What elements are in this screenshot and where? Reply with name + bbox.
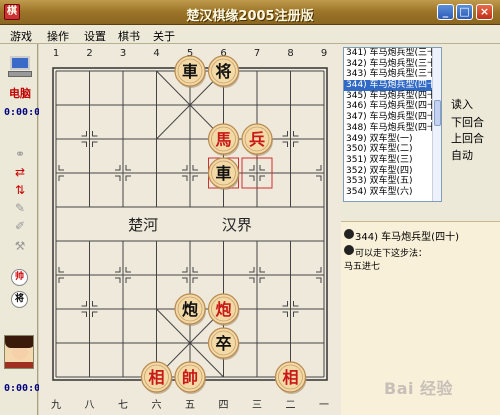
link-icon[interactable]: ⚭ — [12, 147, 28, 161]
chess-piece[interactable]: 炮 — [174, 293, 206, 326]
watermark: Bai 经验 — [384, 379, 454, 398]
svg-text:炮: 炮 — [215, 300, 231, 319]
minimize-button[interactable]: _ — [437, 4, 454, 20]
file-number-top: 1 — [53, 48, 59, 59]
list-item[interactable]: 346) 车马炮兵型(四十 — [344, 101, 441, 112]
black-king-icon[interactable]: 将 — [11, 291, 28, 308]
file-number-bottom: 二 — [286, 400, 296, 411]
menu-operate[interactable]: 操作 — [47, 28, 69, 44]
list-item[interactable]: 344) 车马炮兵型(四十 — [344, 80, 441, 91]
auto-button[interactable]: 自动 — [451, 147, 473, 163]
file-number-top: 4 — [153, 48, 159, 59]
list-item[interactable]: 345) 车马炮兵型(四十 — [344, 91, 441, 102]
river-label-right: 汉界 — [222, 216, 252, 234]
file-number-bottom: 一 — [319, 400, 329, 411]
right-panel: 341) 车马炮兵型(三十 342) 车马炮兵型(三十 343) 车马炮兵型(三十 3… — [341, 44, 500, 415]
chess-piece[interactable]: 炮 — [207, 293, 240, 326]
chess-piece[interactable]: 相 — [140, 361, 173, 394]
panda-icon — [344, 245, 354, 255]
file-number-bottom: 五 — [185, 400, 195, 411]
chess-piece[interactable]: 卒 — [207, 327, 240, 360]
list-item[interactable]: 347) 车马炮兵型(四十 — [344, 112, 441, 123]
swap-icon[interactable]: ⇄ — [12, 165, 28, 179]
file-number-top: 3 — [120, 48, 126, 59]
list-item[interactable]: 353) 双车型(五) — [344, 176, 441, 187]
list-item[interactable]: 348) 车马炮兵型(四十 — [344, 123, 441, 134]
file-number-top: 7 — [254, 48, 260, 59]
flip-icon[interactable]: ⇅ — [12, 183, 28, 197]
file-number-bottom: 九 — [51, 399, 61, 411]
edit-icon[interactable]: ✎ — [12, 201, 28, 215]
next-round-button[interactable]: 下回合 — [451, 114, 484, 130]
left-toolbar: 电脑 0:00:00 ⚭ ⇄ ⇅ ✎ ✐ ⚒ 帅 将 0:00:00 — [0, 44, 46, 415]
chess-piece[interactable]: 車 — [207, 157, 240, 190]
chess-piece[interactable]: 将 — [207, 55, 240, 88]
chess-piece[interactable]: 馬 — [207, 123, 240, 156]
chess-piece[interactable]: 帥 — [174, 361, 206, 394]
svg-text:相: 相 — [282, 368, 298, 387]
comment-title: 344) 车马炮兵型(四十) — [355, 232, 459, 243]
list-scrollbar[interactable] — [432, 48, 441, 201]
svg-text:兵: 兵 — [249, 130, 265, 149]
svg-text:卒: 卒 — [215, 334, 231, 353]
maximize-button[interactable]: □ — [456, 4, 473, 20]
close-button[interactable]: × — [476, 4, 493, 20]
chess-piece[interactable]: 車 — [174, 55, 206, 88]
svg-text:車: 車 — [182, 62, 198, 81]
file-number-bottom: 八 — [85, 400, 95, 411]
list-item[interactable]: 351) 双车型(三) — [344, 155, 441, 166]
avatar — [4, 335, 34, 369]
menu-settings[interactable]: 设置 — [84, 28, 106, 44]
load-button[interactable]: 读入 — [451, 96, 473, 112]
comment-move: 马五进七 — [344, 262, 381, 272]
menu-about[interactable]: 关于 — [153, 28, 175, 44]
svg-text:車: 車 — [215, 164, 231, 183]
list-item[interactable]: 354) 双车型(六) — [344, 187, 441, 198]
comment-line: 可以走下这步法： — [355, 249, 428, 259]
svg-text:相: 相 — [148, 368, 164, 387]
chess-piece[interactable]: 相 — [274, 361, 307, 394]
list-item[interactable]: 349) 双车型(一) — [344, 134, 441, 145]
list-item[interactable]: 352) 双车型(四) — [344, 166, 441, 177]
svg-text:炮: 炮 — [182, 300, 198, 319]
panda-icon — [344, 229, 354, 239]
file-number-bottom: 三 — [252, 400, 262, 411]
tool-icon[interactable]: ⚒ — [12, 239, 28, 253]
player-label: 电脑 — [9, 87, 31, 100]
list-item[interactable]: 343) 车马炮兵型(三十 — [344, 69, 441, 80]
svg-text:将: 将 — [215, 62, 231, 81]
file-number-bottom: 七 — [118, 399, 128, 411]
river-label-left: 楚河 — [128, 216, 158, 234]
chess-board[interactable]: 1 2 3 4 5 6 7 8 9九八七六五四三二一楚河 汉界車 将馬 兵車炮 炮卒相帥相 — [39, 44, 341, 415]
file-number-top: 2 — [86, 48, 92, 59]
red-king-icon[interactable]: 帅 — [11, 269, 28, 286]
menu-chess-book[interactable]: 棋书 — [118, 28, 140, 44]
file-number-bottom: 六 — [152, 399, 162, 411]
pen-icon[interactable]: ✐ — [12, 219, 28, 233]
chess-board-area: 1 2 3 4 5 6 7 8 9 九八七六五四三二一楚河 汉界車将馬兵車炮炮卒相帥相 — [39, 44, 341, 415]
title-bar[interactable]: 棋 楚汉棋缘2005注册版 _ □ × — [0, 0, 500, 25]
file-number-bottom: 四 — [219, 400, 229, 411]
chess-piece[interactable]: 兵 — [241, 123, 273, 156]
file-number-top: 8 — [287, 48, 293, 59]
svg-text:馬: 馬 — [215, 130, 231, 149]
computer-icon — [8, 56, 32, 78]
window-title: 楚汉棋缘2005注册版 — [186, 9, 314, 24]
puzzle-list[interactable]: 341) 车马炮兵型(三十 342) 车马炮兵型(三十 343) 车马炮兵型(三十 3… — [343, 47, 442, 202]
menu-bar: 游戏 操作 设置 棋书 关于 — [0, 25, 500, 44]
svg-text:帥: 帥 — [182, 368, 198, 387]
menu-game[interactable]: 游戏 — [10, 28, 32, 44]
list-item[interactable]: 350) 双车型(二) — [344, 144, 441, 155]
list-item[interactable]: 341) 车马炮兵型(三十 — [344, 48, 441, 59]
file-number-top: 9 — [321, 48, 327, 59]
list-item[interactable]: 342) 车马炮兵型(三十 — [344, 59, 441, 70]
prev-round-button[interactable]: 上回合 — [451, 130, 484, 146]
